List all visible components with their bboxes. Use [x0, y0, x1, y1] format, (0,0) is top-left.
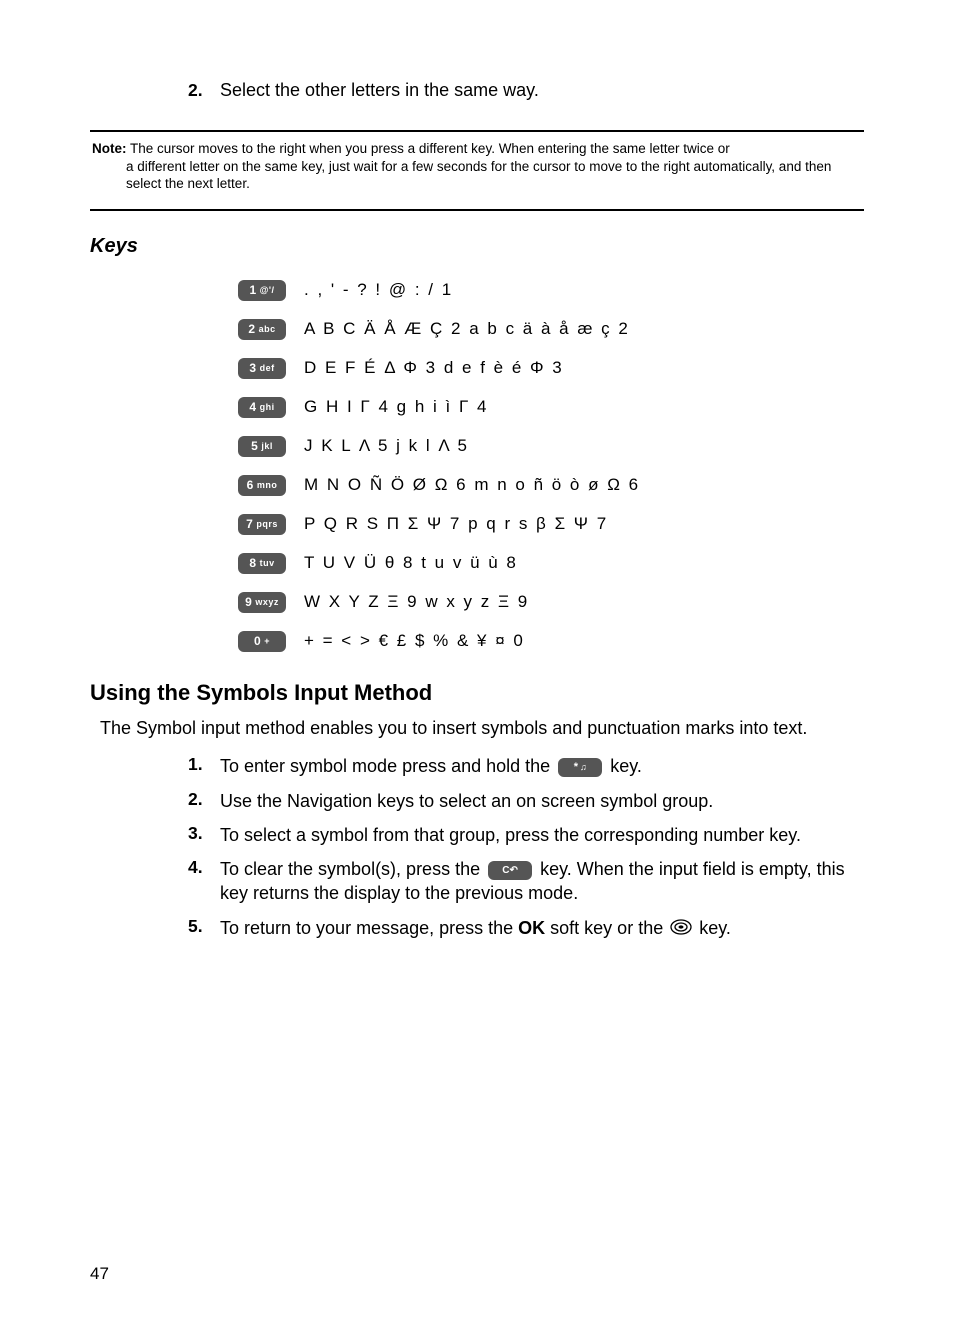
top-step-line: 2. Select the other letters in the same … [188, 78, 864, 102]
step-number: 3. [188, 823, 206, 844]
key-row: 2abc A B C Ä Å Æ Ç 2 a b c ä à å æ ç 2 [238, 319, 864, 340]
key-button-4-icon: 4ghi [238, 397, 286, 418]
key-characters: M N O Ñ Ö Ø Ω 6 m n o ñ ö ò ø Ω 6 [304, 475, 640, 495]
key-button-0-icon: 0+ [238, 631, 286, 652]
clear-key-icon: C↶ [488, 861, 532, 880]
note-block: Note: The cursor moves to the right when… [90, 140, 864, 201]
list-item: 5. To return to your message, press the … [188, 916, 864, 941]
keys-table: 1@'/ . , ' - ? ! @ : / 1 2abc A B C Ä Å … [238, 280, 864, 652]
key-characters: J K L Λ 5 j k l Λ 5 [304, 436, 469, 456]
key-characters: T U V Ü θ 8 t u v ü ù 8 [304, 553, 518, 573]
list-item: 1. To enter symbol mode press and hold t… [188, 754, 864, 778]
divider-top [90, 130, 864, 132]
key-characters: . , ' - ? ! @ : / 1 [304, 280, 453, 300]
step-text: To clear the symbol(s), press the C↶ key… [220, 857, 864, 906]
key-characters: + = < > € £ $ % & ¥ ¤ 0 [304, 631, 525, 651]
list-item: 2. Use the Navigation keys to select an … [188, 789, 864, 813]
key-row: 6mno M N O Ñ Ö Ø Ω 6 m n o ñ ö ò ø Ω 6 [238, 475, 864, 496]
page-number: 47 [90, 1264, 109, 1284]
intro-text: The Symbol input method enables you to i… [100, 716, 864, 740]
key-characters: G H I Γ 4 g h i ì Γ 4 [304, 397, 489, 417]
key-row: 1@'/ . , ' - ? ! @ : / 1 [238, 280, 864, 301]
key-row: 4ghi G H I Γ 4 g h i ì Γ 4 [238, 397, 864, 418]
key-characters: A B C Ä Å Æ Ç 2 a b c ä à å æ ç 2 [304, 319, 630, 339]
steps-list: 1. To enter symbol mode press and hold t… [188, 754, 864, 941]
note-text-rest: a different letter on the same key, just… [92, 158, 862, 193]
key-button-2-icon: 2abc [238, 319, 286, 340]
step-number: 5. [188, 916, 206, 937]
ok-softkey-label: OK [518, 918, 545, 938]
step-text: Use the Navigation keys to select an on … [220, 789, 713, 813]
key-row: 0+ + = < > € £ $ % & ¥ ¤ 0 [238, 631, 864, 652]
ok-center-key-icon [670, 917, 692, 941]
key-button-5-icon: 5jkl [238, 436, 286, 457]
keys-section-label: Keys [90, 235, 864, 258]
key-row: 8tuv T U V Ü θ 8 t u v ü ù 8 [238, 553, 864, 574]
key-button-6-icon: 6mno [238, 475, 286, 496]
key-button-9-icon: 9wxyz [238, 592, 286, 613]
key-row: 3def D E F É Δ Φ 3 d e f è é Φ 3 [238, 358, 864, 379]
step-text: To select a symbol from that group, pres… [220, 823, 801, 847]
divider-bottom [90, 209, 864, 211]
key-characters: P Q R S Π Σ Ψ 7 p q r s β Σ Ψ 7 [304, 514, 608, 534]
key-button-1-icon: 1@'/ [238, 280, 286, 301]
key-button-3-icon: 3def [238, 358, 286, 379]
key-row: 7pqrs P Q R S Π Σ Ψ 7 p q r s β Σ Ψ 7 [238, 514, 864, 535]
key-row: 9wxyz W X Y Z Ξ 9 w x y z Ξ 9 [238, 592, 864, 613]
step-text: Select the other letters in the same way… [220, 78, 539, 102]
key-characters: D E F É Δ Φ 3 d e f è é Φ 3 [304, 358, 564, 378]
step-text: To enter symbol mode press and hold the … [220, 754, 642, 778]
key-button-8-icon: 8tuv [238, 553, 286, 574]
step-number: 1. [188, 754, 206, 775]
key-characters: W X Y Z Ξ 9 w x y z Ξ 9 [304, 592, 529, 612]
step-text: To return to your message, press the OK … [220, 916, 731, 941]
step-number: 2. [188, 789, 206, 810]
note-text-first: The cursor moves to the right when you p… [130, 141, 730, 156]
step-number: 2. [188, 80, 206, 101]
key-row: 5jkl J K L Λ 5 j k l Λ 5 [238, 436, 864, 457]
list-item: 3. To select a symbol from that group, p… [188, 823, 864, 847]
note-label: Note: [92, 141, 127, 156]
star-key-icon: *♫ [558, 758, 602, 777]
key-button-7-icon: 7pqrs [238, 514, 286, 535]
step-number: 4. [188, 857, 206, 878]
list-item: 4. To clear the symbol(s), press the C↶ … [188, 857, 864, 906]
section-heading: Using the Symbols Input Method [90, 680, 864, 706]
